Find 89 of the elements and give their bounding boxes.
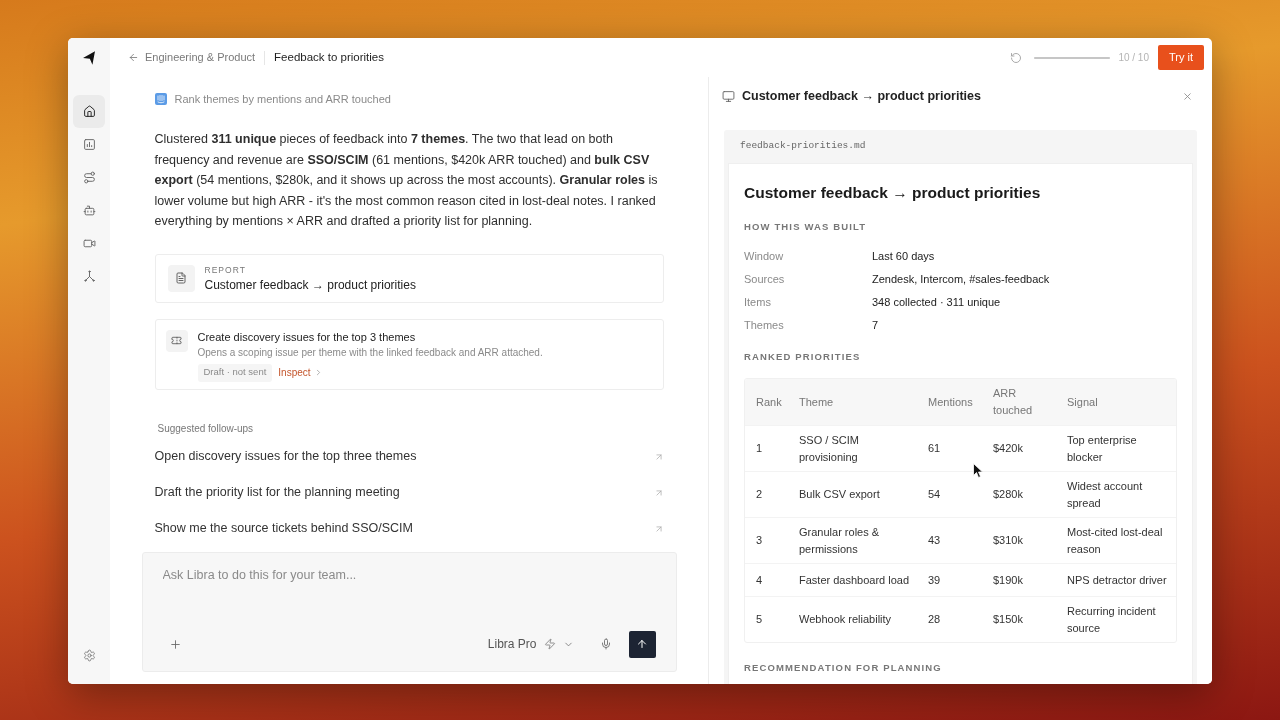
table-cell-text: $420k (993, 441, 1024, 457)
action-description: Opens a scoping issue per theme with the linked feedback and ARR attached. (197, 345, 543, 360)
message-input[interactable]: Ask Libra to do this for your team... (162, 566, 656, 631)
summary-text: Clustered 311 unique pieces of feedback into 7 themes. The two that lead on both frequency and revenue are SSO/SCIM (61 mentions, $420k ARR touched) and bulk CSV export (54 mentions, $280k, and it shows up across the most accounts). Granular roles is lower volume but high ARR - it's the most common reason cited in lost-deal notes. I ranked everything by mentions × ARR and drafted a priority list for planning. (154, 131, 659, 230)
detail-value: Last 60 days (872, 249, 935, 265)
detail-label: Items (744, 295, 772, 311)
table-cell-text: Top enterprise blocker (1067, 433, 1138, 465)
arrow-up-right-icon (653, 451, 664, 462)
home-icon (82, 105, 96, 118)
table-cell-text: 4 (756, 572, 764, 588)
detail-label: Window (744, 249, 785, 265)
message-composer[interactable]: Ask Libra to do this for your team... Libra Pro (141, 551, 677, 672)
table-cell-text: 54 (928, 487, 942, 503)
back-arrow-icon (128, 52, 139, 63)
table-cell-text: $310k (993, 533, 1024, 549)
table-cell-text: 28 (928, 612, 942, 628)
chart-icon (82, 138, 96, 151)
section-heading: HOW THIS WAS BUILT (744, 221, 868, 233)
try-it-button[interactable]: Try it (1157, 45, 1204, 70)
ticket-icon (165, 329, 188, 352)
column-header: Signal (1067, 394, 1099, 410)
detail-label: Themes (744, 318, 785, 334)
robot-icon (82, 204, 96, 217)
arrow-up-right-icon (653, 487, 664, 498)
table-cell-text: Faster dashboard load (799, 572, 911, 588)
followups-heading: Suggested follow-ups (157, 421, 255, 436)
column-header: Mentions (928, 394, 974, 410)
table-cell-text: 2 (756, 487, 764, 503)
file-name: feedback-priorities.md (740, 139, 866, 154)
detail-label: Sources (744, 272, 786, 288)
column-header: ARR touched (993, 386, 1034, 418)
inspect-link[interactable]: Inspect (278, 365, 323, 380)
follow-up-suggestion[interactable]: Show me the source tickets behind SSO/SCIM (141, 510, 677, 547)
table-cell-text: 3 (756, 533, 764, 549)
report-title: Customer feedback → product priorities (204, 276, 416, 293)
page-title: Feedback to priorities (274, 49, 385, 65)
table-cell-text: SSO / SCIM provisioning (799, 433, 860, 465)
table-cell-text: 39 (928, 572, 942, 588)
document-icon (167, 264, 195, 292)
table-cell-text: 61 (928, 441, 942, 457)
branch-icon (82, 270, 96, 283)
section-heading: RANKED PRIORITIES (744, 351, 862, 363)
status-badge: Draft · not sent (197, 363, 273, 382)
table-cell-text: Widest account spread (1067, 479, 1144, 511)
lightning-icon (543, 638, 556, 650)
table-cell-text: NPS detractor driver (1067, 572, 1168, 588)
arrow-up-icon (636, 638, 648, 650)
microphone-icon (599, 638, 612, 650)
settings-icon (82, 648, 96, 662)
report-card[interactable]: REPORT Customer feedback → product priorities (154, 253, 664, 303)
table-cell-text: Granular roles & permissions (799, 525, 881, 557)
section-heading: RECOMMENDATION FOR PLANNING (744, 662, 943, 674)
restart-button[interactable] (1009, 50, 1024, 65)
detail-value: 7 (872, 318, 879, 334)
table-cell-text: Webhook reliability (799, 612, 893, 628)
follow-up-suggestion[interactable]: Draft the priority list for the planning meeting (141, 474, 677, 511)
arrow-up-right-icon (653, 523, 664, 534)
table-cell-text: $280k (993, 487, 1024, 503)
plus-icon (169, 637, 182, 651)
report-label: REPORT (204, 263, 247, 276)
column-header: Theme (799, 394, 835, 410)
chat-app-icon (154, 93, 167, 105)
table-cell-text: Bulk CSV export (799, 487, 881, 503)
document-title: Customer feedback → product priorities (744, 183, 1042, 203)
table-cell-text: Recurring incident source (1067, 604, 1157, 636)
route-icon (82, 171, 96, 184)
action-title: Create discovery issues for the top 3 themes (197, 329, 417, 344)
table-cell-text: 1 (756, 441, 764, 457)
sidebar-nav-button[interactable] (73, 95, 105, 128)
detail-value: 348 collected · 311 unique (872, 295, 1001, 311)
model-selector[interactable]: Libra Pro (487, 635, 574, 653)
monitor-icon (722, 89, 735, 103)
table-cell-text: 5 (756, 612, 764, 628)
video-camera-icon (82, 237, 96, 250)
table-cell-text: Most-cited lost-deal reason (1067, 525, 1164, 557)
close-icon (1181, 90, 1193, 102)
table-cell-text: 43 (928, 533, 942, 549)
task-title: Rank themes by mentions and ARR touched (174, 91, 391, 107)
send-button[interactable] (628, 630, 656, 658)
column-header: Rank (756, 394, 783, 410)
logo-icon (83, 50, 95, 65)
table-cell-text: $190k (993, 572, 1024, 588)
restart-icon (1010, 51, 1023, 64)
progress-reading: 10 / 10 (1118, 51, 1149, 65)
panel-title: Customer feedback → product priorities (742, 87, 981, 105)
back-link[interactable]: Engineering & Product (128, 49, 256, 66)
follow-up-suggestion[interactable]: Open discovery issues for the top three themes (141, 438, 677, 475)
table-cell-text: $150k (993, 612, 1024, 628)
detail-value: Zendesk, Intercom, #sales-feedback (872, 272, 1050, 288)
